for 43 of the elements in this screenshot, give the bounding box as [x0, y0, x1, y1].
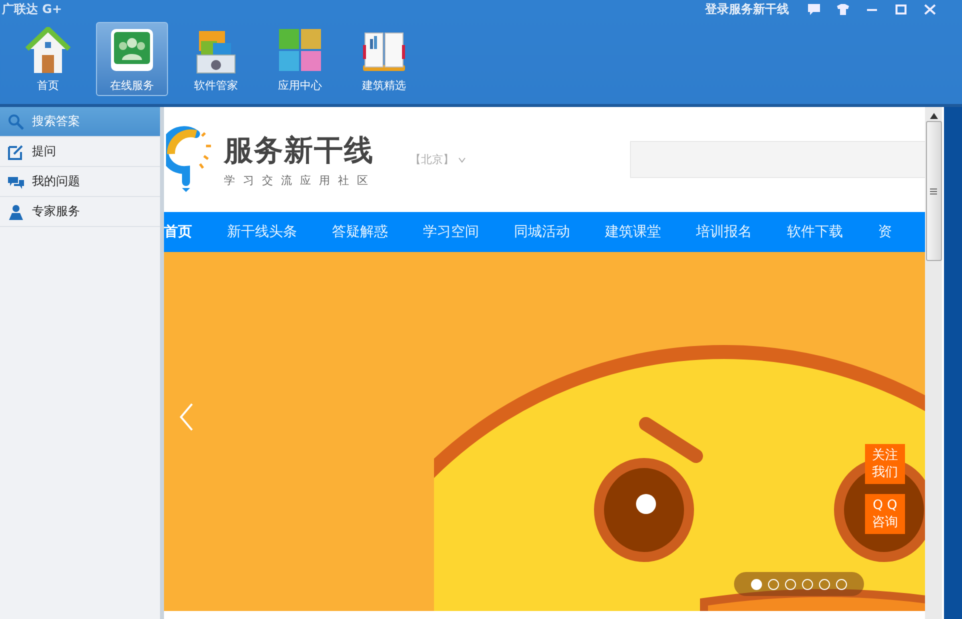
site-slogan: 学习交流应用社区	[224, 173, 376, 188]
nav-link[interactable]: 培训报名	[696, 223, 752, 241]
toolbar-button[interactable]: 建筑精选	[348, 22, 420, 96]
nav-link[interactable]: 建筑课堂	[605, 223, 661, 241]
login-link[interactable]: 登录服务新干线	[705, 0, 789, 18]
app-title: 广联达 G+	[2, 0, 62, 18]
sidebar-item[interactable]: 搜索答案	[0, 107, 160, 137]
chat-icon[interactable]	[808, 4, 820, 14]
nav-link[interactable]: 软件下载	[787, 223, 843, 241]
scroll-up-icon[interactable]	[930, 113, 938, 119]
carousel-dot[interactable]	[836, 578, 847, 590]
carousel-dot[interactable]	[819, 578, 830, 590]
toolbar-button[interactable]: 首页	[12, 22, 84, 96]
shirt-icon[interactable]	[836, 4, 848, 14]
chevron-down-icon	[458, 156, 466, 162]
floating-button[interactable]: Q Q 咨询	[865, 494, 905, 534]
sidebar-item[interactable]: 提问	[0, 137, 160, 167]
carousel-dot[interactable]	[785, 578, 796, 590]
carousel-dot[interactable]	[768, 578, 779, 590]
nav-link[interactable]: 首页	[164, 223, 192, 241]
edit-icon	[8, 144, 24, 160]
user-icon	[8, 204, 24, 220]
close-icon[interactable]	[924, 4, 936, 14]
floating-button[interactable]: 关注 我们	[865, 444, 905, 484]
house-icon	[25, 27, 71, 75]
nav-link[interactable]: 同城活动	[514, 223, 570, 241]
nav-link[interactable]: 资	[878, 223, 892, 241]
nav-link[interactable]: 新干线头条	[227, 223, 297, 241]
maximize-icon[interactable]	[894, 4, 906, 14]
toolbar-button[interactable]: 软件管家	[180, 22, 252, 96]
scrollbar[interactable]	[925, 107, 942, 619]
sidebar-item[interactable]: 专家服务	[0, 197, 160, 227]
search-field[interactable]	[630, 141, 925, 178]
nav-link[interactable]: 学习空间	[423, 223, 479, 241]
nav-link[interactable]: 答疑解惑	[332, 223, 388, 241]
carousel-dot[interactable]	[802, 578, 813, 590]
grip-icon	[930, 188, 937, 194]
site-name: 服务新干线	[224, 132, 375, 169]
sidebar-item[interactable]: 我的问题	[0, 167, 160, 197]
toolbar-button[interactable]: 在线服务	[96, 22, 168, 96]
toolbar-button[interactable]: 应用中心	[264, 22, 336, 96]
search-icon	[8, 114, 24, 130]
city-selector[interactable]: 【北京】	[410, 152, 466, 167]
